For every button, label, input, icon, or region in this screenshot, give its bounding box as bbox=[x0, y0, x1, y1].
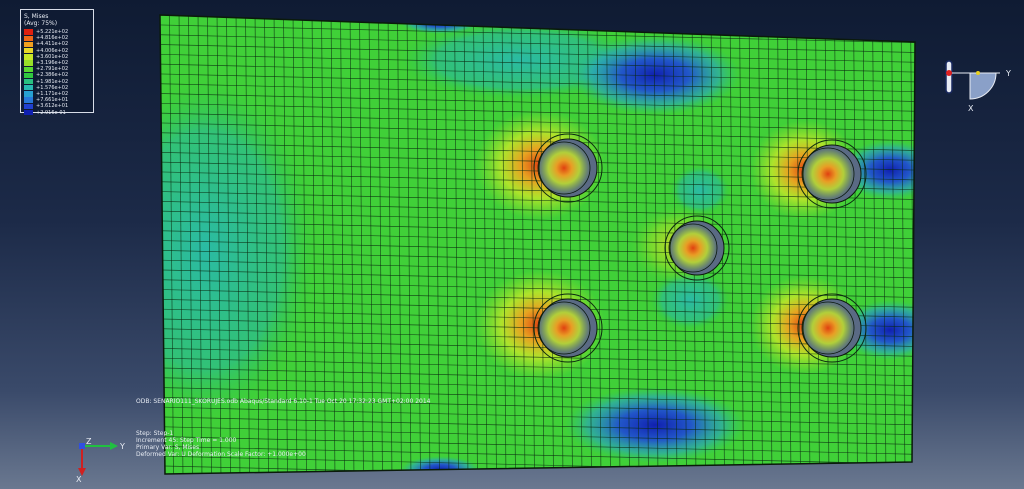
triad-y-label: Y bbox=[119, 442, 125, 451]
step-line: Step: Step-1 bbox=[136, 430, 174, 437]
increment-line: Increment 45: Step Time = 1.000 bbox=[136, 437, 237, 444]
odb-info-line: ODB: SENARIO111_SKORUJES.odb Abaqus/Stan… bbox=[136, 398, 431, 405]
view-orientation-icon[interactable]: Y X bbox=[940, 55, 1020, 115]
bolt-hole bbox=[801, 301, 855, 355]
step-info-block: Step: Step-1 Increment 45: Step Time = 1… bbox=[136, 430, 306, 458]
bolt-hole bbox=[668, 223, 718, 273]
contour-blue-top-edge bbox=[400, 15, 480, 34]
deformed-var-line: Deformed Var: U Deformation Scale Factor… bbox=[136, 451, 306, 458]
fe-model-viewport[interactable] bbox=[0, 0, 1024, 489]
bolt-hole bbox=[801, 147, 855, 201]
coordinate-triad-icon: Y Z X bbox=[76, 437, 125, 482]
viewcube-y-label: Y bbox=[1005, 69, 1011, 78]
triad-z-label: Z bbox=[86, 437, 92, 446]
bolt-hole bbox=[537, 301, 591, 355]
triad-x-label: X bbox=[76, 475, 82, 482]
mesh-line-horizontal bbox=[155, 476, 920, 489]
contour-blue-bottom bbox=[565, 387, 745, 463]
viewcube-x-label: X bbox=[968, 104, 974, 113]
bolt-hole bbox=[537, 141, 591, 195]
primary-var-line: Primary Var: S, Mises bbox=[136, 444, 200, 451]
